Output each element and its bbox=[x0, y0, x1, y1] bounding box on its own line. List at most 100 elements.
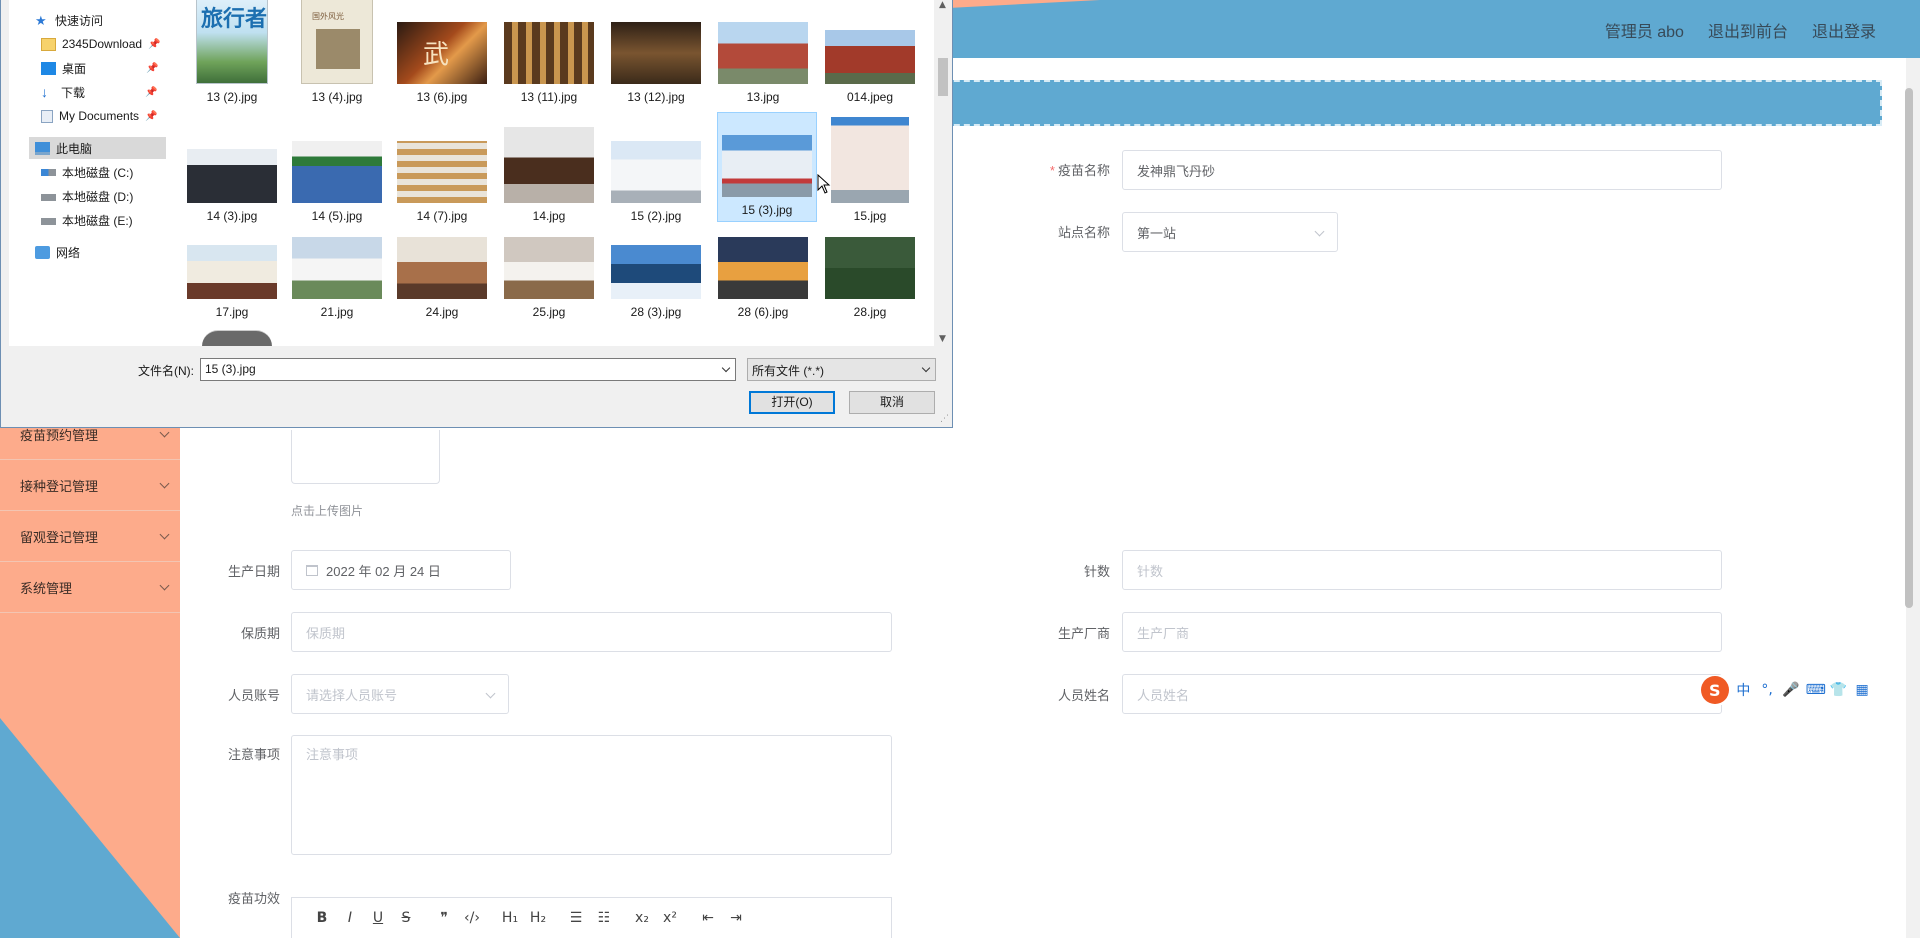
nav-drive-e[interactable]: 本地磁盘 (E:) bbox=[41, 209, 133, 231]
file-tile[interactable]: 14.jpg bbox=[499, 117, 599, 227]
network-icon bbox=[35, 245, 50, 259]
subscript-button[interactable]: x₂ bbox=[628, 910, 656, 926]
file-tile[interactable]: 28 (3).jpg bbox=[606, 213, 706, 323]
ime-punctuation[interactable]: °, bbox=[1758, 682, 1776, 698]
pin-icon: 📌 bbox=[146, 62, 159, 74]
file-tile[interactable]: 25.jpg bbox=[499, 213, 599, 323]
file-tile[interactable]: 14 (3).jpg bbox=[182, 117, 282, 227]
pin-icon: 📌 bbox=[145, 86, 158, 98]
superscript-button[interactable]: x² bbox=[656, 910, 684, 926]
code-button[interactable]: ‹/› bbox=[458, 910, 486, 926]
sidebar-item-vaccination[interactable]: 接种登记管理 bbox=[0, 460, 180, 511]
scroll-up-icon[interactable]: ▲ bbox=[939, 0, 946, 10]
chevron-down-icon bbox=[159, 529, 170, 539]
bold-button[interactable]: B bbox=[308, 910, 336, 926]
file-tile[interactable]: 14 (7).jpg bbox=[392, 117, 492, 227]
chevron-down-icon bbox=[921, 363, 931, 373]
bullet-list-button[interactable]: ☷ bbox=[590, 910, 618, 926]
file-tile[interactable]: 武 13 (6).jpg bbox=[392, 0, 492, 108]
nav-network[interactable]: 网络 bbox=[35, 241, 80, 263]
file-tile[interactable]: 21.jpg bbox=[287, 213, 387, 323]
microphone-icon[interactable]: 🎤 bbox=[1782, 682, 1800, 698]
file-tile[interactable]: 15.jpg bbox=[820, 117, 920, 227]
site-name-label: 站点名称 bbox=[1057, 225, 1110, 240]
notes-textarea[interactable]: 注意事项 bbox=[291, 735, 892, 855]
chevron-down-icon bbox=[485, 688, 496, 699]
nav-2345download[interactable]: 2345Download 📌 bbox=[41, 33, 161, 55]
shelf-life-input[interactable]: 保质期 bbox=[291, 612, 892, 652]
keyboard-icon[interactable]: ⌨ bbox=[1806, 682, 1826, 698]
prod-date-picker[interactable]: 2022 年 02 月 24 日 bbox=[291, 550, 511, 590]
doses-input[interactable]: 针数 bbox=[1122, 550, 1722, 590]
upload-hint: 点击上传图片 bbox=[291, 504, 364, 518]
sidebar-item-system[interactable]: 系统管理 bbox=[0, 562, 180, 613]
desktop-icon bbox=[41, 61, 56, 75]
file-thumbnail bbox=[825, 237, 915, 299]
file-tile[interactable]: 15 (2).jpg bbox=[606, 117, 706, 227]
file-thumbnail bbox=[187, 245, 277, 299]
sidebar-item-observation[interactable]: 留观登记管理 bbox=[0, 511, 180, 562]
skin-icon[interactable]: 👕 bbox=[1830, 682, 1848, 698]
ordered-list-button[interactable]: ☰ bbox=[562, 910, 590, 926]
file-tile[interactable]: 14 (5).jpg bbox=[287, 117, 387, 227]
indent-button[interactable]: ⇥ bbox=[722, 910, 750, 926]
nav-my-documents[interactable]: My Documents 📌 bbox=[41, 105, 157, 127]
filename-input[interactable]: 15 (3).jpg bbox=[200, 358, 736, 381]
file-thumbnail bbox=[611, 22, 701, 84]
star-icon: ★ bbox=[35, 12, 47, 28]
efficacy-label: 疫苗功效 bbox=[227, 891, 280, 906]
underline-button[interactable]: U bbox=[364, 910, 392, 926]
chevron-down-icon bbox=[159, 427, 170, 437]
file-tile[interactable]: 24.jpg bbox=[392, 213, 492, 323]
file-tile[interactable]: 旅行者 13 (2).jpg bbox=[182, 0, 282, 108]
manufacturer-input[interactable]: 生产厂商 bbox=[1122, 612, 1722, 652]
sogou-logo-icon[interactable]: S bbox=[1701, 676, 1729, 704]
file-thumbnail bbox=[202, 330, 272, 346]
file-tile[interactable]: 014.jpeg bbox=[820, 0, 920, 108]
notes-label: 注意事项 bbox=[227, 747, 280, 762]
ime-chinese-mode[interactable]: 中 bbox=[1735, 680, 1753, 700]
scroll-down-icon[interactable]: ▼ bbox=[939, 334, 946, 344]
strike-button[interactable]: S bbox=[392, 910, 420, 926]
open-button[interactable]: 打开(O) bbox=[749, 391, 835, 414]
file-list-scrollbar[interactable]: ▲ ▼ bbox=[934, 0, 952, 346]
nav-desktop[interactable]: 桌面 📌 bbox=[41, 57, 158, 79]
file-tile[interactable]: 13 (12).jpg bbox=[606, 0, 706, 108]
drive-icon bbox=[41, 168, 56, 176]
nav-quick-access[interactable]: ★ 快速访问 bbox=[35, 9, 103, 31]
chevron-down-icon[interactable] bbox=[721, 363, 731, 373]
file-tile-selected[interactable]: 15 (3).jpg bbox=[717, 112, 817, 222]
nav-this-pc[interactable]: 此电脑 bbox=[29, 137, 166, 159]
site-name-select[interactable]: 第一站 bbox=[1122, 212, 1338, 252]
italic-button[interactable]: I bbox=[336, 910, 364, 926]
file-tile[interactable]: 28 (6).jpg bbox=[713, 213, 813, 323]
chevron-down-icon bbox=[1314, 226, 1325, 237]
dialog-nav-pane: ★ 快速访问 2345Download 📌 桌面 📌 ↓ 下载 📌 My Document… bbox=[9, 0, 166, 346]
nav-drive-d[interactable]: 本地磁盘 (D:) bbox=[41, 185, 133, 207]
vaccine-name-input[interactable]: 发神鼎飞丹砂 bbox=[1122, 150, 1722, 190]
logout-link[interactable]: 退出登录 bbox=[1812, 18, 1876, 42]
file-thumbnail bbox=[722, 135, 812, 197]
staff-name-input[interactable]: 人员姓名 bbox=[1122, 674, 1722, 714]
file-tile[interactable]: 17.jpg bbox=[182, 213, 282, 323]
outdent-button[interactable]: ⇤ bbox=[694, 910, 722, 926]
cancel-button[interactable]: 取消 bbox=[849, 391, 935, 414]
file-tile[interactable]: 13.jpg bbox=[713, 0, 813, 108]
front-desk-link[interactable]: 退出到前台 bbox=[1708, 18, 1788, 42]
nav-drive-c[interactable]: 本地磁盘 (C:) bbox=[41, 161, 133, 183]
chevron-down-icon bbox=[159, 580, 170, 590]
h2-button[interactable]: H₂ bbox=[524, 910, 552, 926]
file-tile[interactable]: 国外风光 13 (4).jpg bbox=[287, 0, 387, 108]
h1-button[interactable]: H₁ bbox=[496, 910, 524, 926]
quote-button[interactable]: ❞ bbox=[430, 910, 458, 926]
filetype-select[interactable]: 所有文件 (*.*) bbox=[747, 358, 936, 381]
file-tile[interactable]: 13 (11).jpg bbox=[499, 0, 599, 108]
image-upload-box[interactable] bbox=[291, 430, 440, 484]
admin-user-link[interactable]: 管理员 abo bbox=[1605, 18, 1684, 42]
toolbox-icon[interactable]: ▦ bbox=[1853, 682, 1871, 698]
staff-account-select[interactable]: 请选择人员账号 bbox=[291, 674, 509, 714]
resize-grip-icon[interactable]: ⋰ bbox=[940, 414, 949, 424]
file-tile[interactable]: 28.jpg bbox=[820, 213, 920, 323]
page-scrollbar[interactable] bbox=[1905, 58, 1920, 938]
nav-downloads[interactable]: ↓ 下载 📌 bbox=[41, 81, 157, 103]
